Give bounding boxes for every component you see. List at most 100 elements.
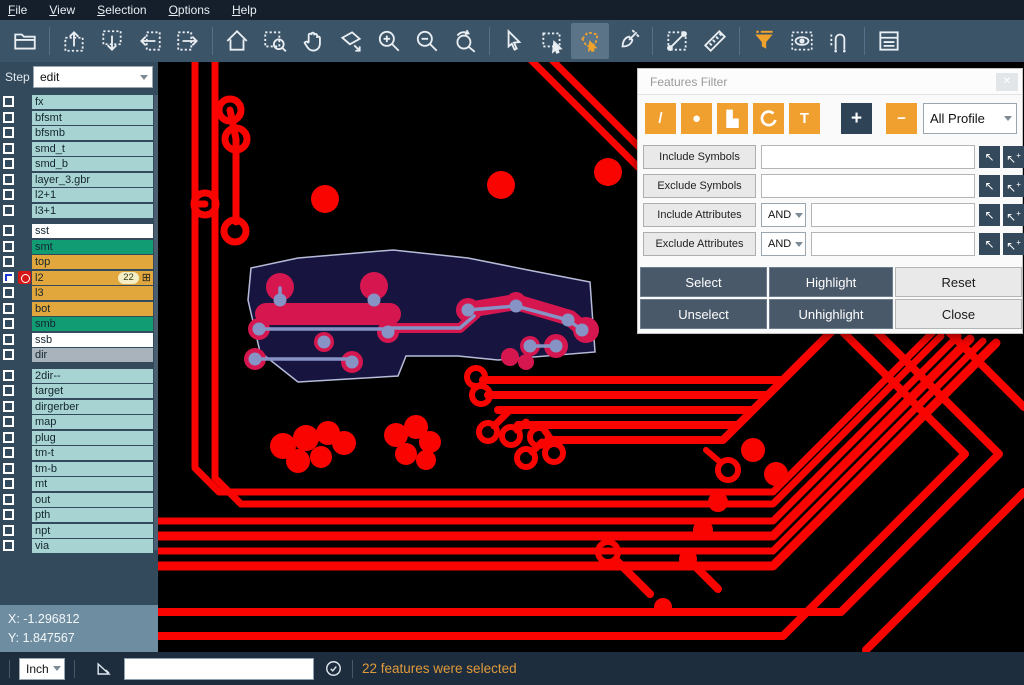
layer-checkbox[interactable] [3, 303, 14, 314]
layer-name-strip[interactable]: npt [32, 524, 153, 538]
pan-down-button[interactable] [93, 23, 131, 59]
unhighlight-button[interactable]: Unhighlight [769, 299, 893, 329]
layer-checkbox[interactable] [3, 272, 14, 283]
layer-row-top[interactable]: top [0, 255, 158, 269]
pick-add-button[interactable]: ↖+ [1003, 233, 1024, 255]
layer-name-strip[interactable]: ssb [32, 333, 153, 347]
highlight-button[interactable]: Highlight [769, 267, 893, 297]
layer-name-strip[interactable]: bot [32, 302, 153, 316]
include-attributes-button[interactable]: Include Attributes [643, 203, 756, 227]
layer-checkbox[interactable] [3, 447, 14, 458]
layer-name-strip[interactable]: smd_b [32, 157, 153, 171]
layer-checkbox[interactable] [3, 401, 14, 412]
layer-name-strip[interactable]: plug [32, 431, 153, 445]
pick-from-canvas-button[interactable]: ↖ [979, 175, 1000, 197]
pan-up-button[interactable] [55, 23, 93, 59]
layer-name-strip[interactable]: dir [32, 348, 153, 362]
layer-row-bot[interactable]: bot [0, 302, 158, 316]
layer-checkbox[interactable] [3, 287, 14, 298]
layer-name-strip[interactable]: tm-b [32, 462, 153, 476]
rect-select-button[interactable] [533, 23, 571, 59]
menu-item-help[interactable]: Help [232, 3, 257, 17]
include-attributes-input[interactable] [811, 203, 975, 227]
surface-type-button[interactable]: ▙ [717, 103, 748, 134]
grid-table-icon[interactable]: ⊞ [142, 272, 151, 284]
layer-checkbox[interactable] [3, 318, 14, 329]
layer-row-npt[interactable]: npt [0, 524, 158, 538]
layer-row-target[interactable]: target [0, 384, 158, 398]
pick-from-canvas-button[interactable]: ↖ [979, 204, 1000, 226]
layer-name-strip[interactable]: l3 [32, 286, 153, 300]
exclude-attributes-button[interactable]: Exclude Attributes [643, 232, 756, 256]
zoom-in-button[interactable] [370, 23, 408, 59]
layer-row-fx[interactable]: fx [0, 95, 158, 109]
sync-check-icon[interactable] [324, 659, 343, 678]
layer-name-strip[interactable]: smt [32, 240, 153, 254]
include-symbols-button[interactable]: Include Symbols [643, 145, 756, 169]
layer-checkbox[interactable] [3, 478, 14, 489]
highlight-net-button[interactable] [821, 23, 859, 59]
layer-checkbox[interactable] [3, 225, 14, 236]
layer-name-strip[interactable]: layer_3.gbr [32, 173, 153, 187]
layer-name-strip[interactable]: dirgerber [32, 400, 153, 414]
layer-checkbox[interactable] [3, 189, 14, 200]
layer-checkbox[interactable] [3, 256, 14, 267]
exclude-symbols-input[interactable] [761, 174, 975, 198]
and-or-select[interactable]: AND [761, 232, 806, 256]
layer-name-strip[interactable]: smd_t [32, 142, 153, 156]
layer-name-strip[interactable]: bfsmt [32, 111, 153, 125]
layer-checkbox[interactable] [3, 416, 14, 427]
pan-hand-button[interactable] [294, 23, 332, 59]
ruler-button[interactable] [696, 23, 734, 59]
home-view-button[interactable] [218, 23, 256, 59]
layer-name-strip[interactable]: mt [32, 477, 153, 491]
pick-add-button[interactable]: ↖+ [1003, 204, 1024, 226]
layer-checkbox[interactable] [3, 349, 14, 360]
layers-table-button[interactable] [870, 23, 908, 59]
layer-row-tm-b[interactable]: tm-b [0, 462, 158, 476]
layer-checkbox[interactable] [3, 334, 14, 345]
reset-button[interactable]: Reset [895, 267, 1022, 297]
pan-left-button[interactable] [131, 23, 169, 59]
layer-name-strip[interactable]: bfsmb [32, 126, 153, 140]
layer-row-layer_3.gbr[interactable]: layer_3.gbr [0, 173, 158, 187]
layer-name-strip[interactable]: fx [32, 95, 153, 109]
layer-name-strip[interactable]: map [32, 415, 153, 429]
pan-polygon-button[interactable] [332, 23, 370, 59]
layer-name-strip[interactable]: sst [32, 224, 153, 238]
layer-name-strip[interactable]: smb [32, 317, 153, 331]
menu-item-file[interactable]: File [8, 3, 27, 17]
layer-checkbox[interactable] [3, 143, 14, 154]
layer-row-smb[interactable]: smb [0, 317, 158, 331]
profile-select[interactable]: All Profile [923, 103, 1017, 134]
layer-row-dir[interactable]: dir [0, 348, 158, 362]
layer-checkbox[interactable] [3, 525, 14, 536]
layer-checkbox[interactable] [3, 509, 14, 520]
positive-polarity-button[interactable]: + [841, 103, 872, 134]
layer-checkbox[interactable] [3, 463, 14, 474]
close-icon[interactable]: ✕ [996, 73, 1018, 91]
dialog-titlebar[interactable]: Features Filter ✕ [638, 69, 1022, 95]
layer-row-mt[interactable]: mt [0, 477, 158, 491]
unselect-button[interactable]: Unselect [640, 299, 767, 329]
layer-name-strip[interactable]: out [32, 493, 153, 507]
layer-row-ssb[interactable]: ssb [0, 333, 158, 347]
arc-type-button[interactable] [753, 103, 784, 134]
layer-checkbox[interactable] [3, 241, 14, 252]
layer-row-l3+1[interactable]: l3+1 [0, 204, 158, 218]
layer-row-bfsmt[interactable]: bfsmt [0, 111, 158, 125]
select-button[interactable]: Select [640, 267, 767, 297]
layer-name-strip[interactable]: 2dir-- [32, 369, 153, 383]
unit-select[interactable]: Inch [19, 658, 65, 680]
layer-name-strip[interactable]: l222⊞ [32, 271, 153, 285]
clear-brush-button[interactable] [609, 23, 647, 59]
measure-distance-button[interactable] [658, 23, 696, 59]
select-arrow-button[interactable] [495, 23, 533, 59]
pick-add-button[interactable]: ↖+ [1003, 146, 1024, 168]
pick-from-canvas-button[interactable]: ↖ [979, 233, 1000, 255]
layer-name-strip[interactable]: via [32, 539, 153, 553]
menu-item-view[interactable]: View [49, 3, 75, 17]
exclude-attributes-input[interactable] [811, 232, 975, 256]
close-button[interactable]: Close [895, 299, 1022, 329]
layer-checkbox[interactable] [3, 494, 14, 505]
